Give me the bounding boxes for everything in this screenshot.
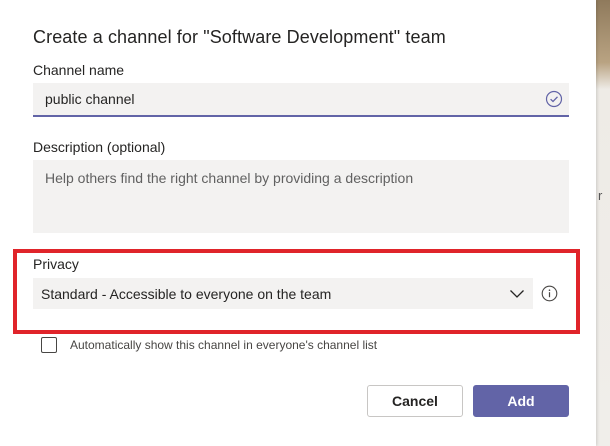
auto-show-checkbox[interactable] (41, 337, 57, 353)
channel-name-label: Channel name (33, 62, 125, 78)
privacy-selected-value: Standard - Accessible to everyone on the… (41, 286, 332, 302)
channel-name-value: public channel (45, 91, 135, 107)
info-icon[interactable] (541, 285, 558, 302)
check-circle-icon (545, 90, 563, 108)
auto-show-label: Automatically show this channel in every… (70, 338, 378, 352)
description-label: Description (optional) (33, 139, 166, 155)
add-button[interactable]: Add (473, 385, 569, 417)
description-placeholder: Help others find the right channel by pr… (45, 170, 414, 186)
privacy-dropdown[interactable]: Standard - Accessible to everyone on the… (33, 278, 533, 309)
description-input[interactable]: Help others find the right channel by pr… (33, 160, 569, 233)
cancel-button[interactable]: Cancel (367, 385, 463, 417)
dialog-title: Create a channel for "Software Developme… (33, 27, 446, 47)
create-channel-dialog: Create a channel for "Software Developme… (0, 0, 596, 446)
chevron-down-icon (510, 290, 524, 298)
background-text-fragment: r (598, 188, 603, 203)
channel-name-input[interactable]: public channel (33, 83, 569, 117)
privacy-label: Privacy (33, 256, 79, 272)
